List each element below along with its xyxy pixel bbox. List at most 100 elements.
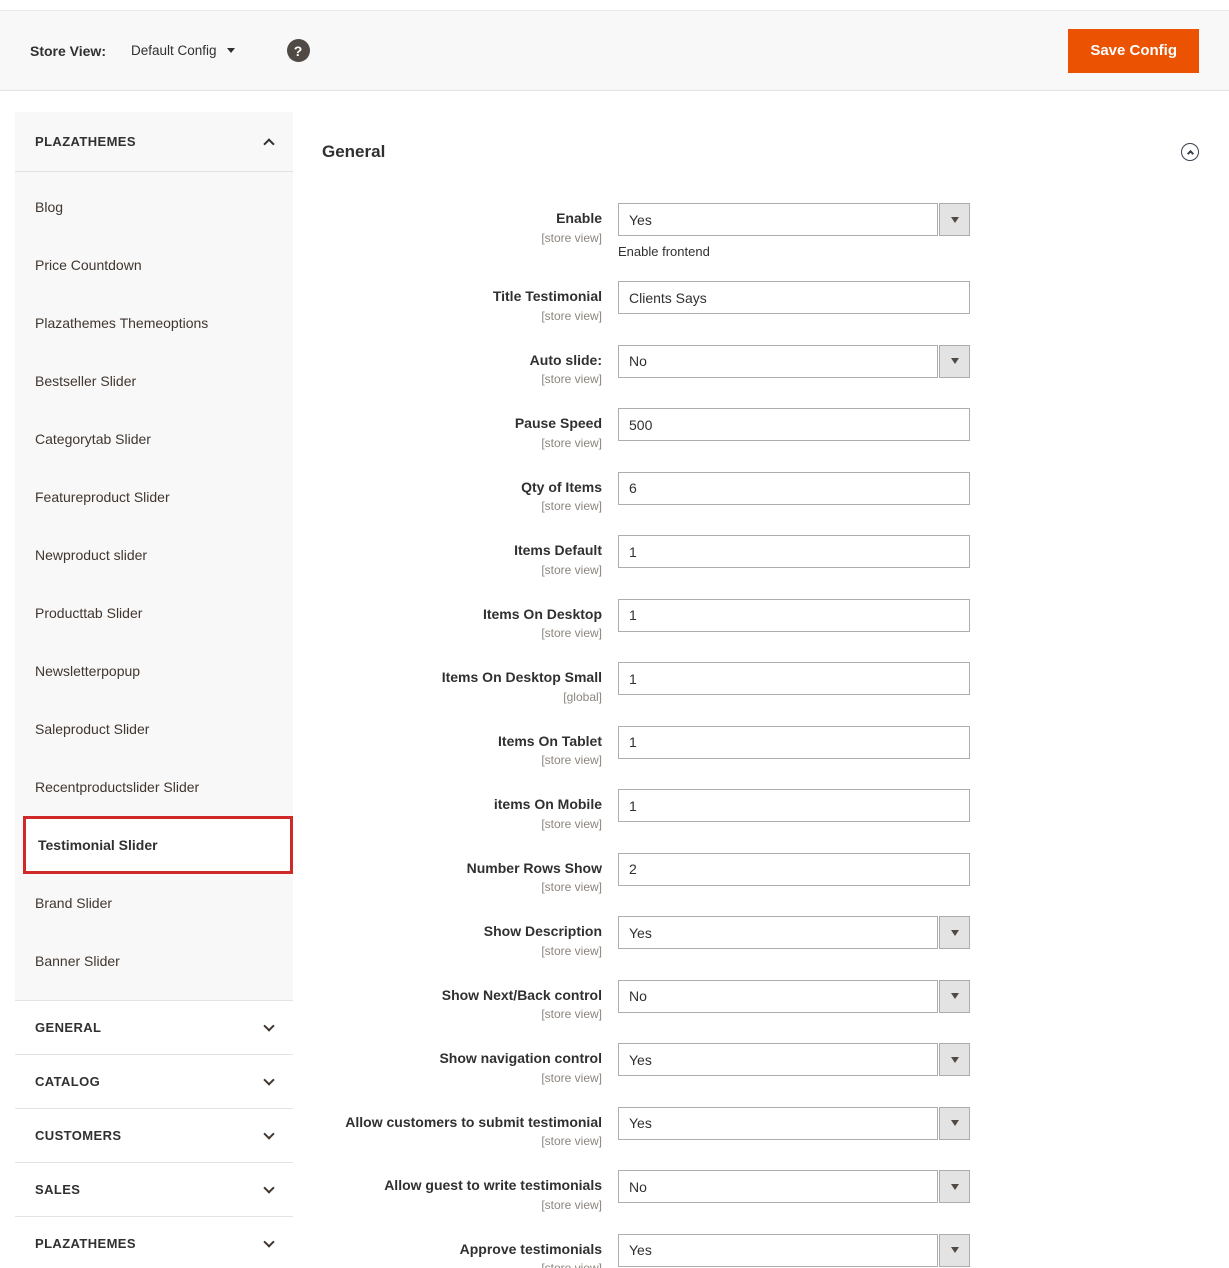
field-scope: [store view] — [322, 626, 602, 640]
form-field-row: Allow customers to submit testimonial [s… — [322, 1107, 1199, 1149]
text-field[interactable] — [618, 789, 970, 822]
text-field[interactable] — [618, 853, 970, 886]
sidebar-item-active[interactable]: Testimonial Slider — [23, 816, 293, 874]
text-field[interactable] — [618, 599, 970, 632]
sidebar-item[interactable]: Bestseller Slider — [15, 352, 293, 410]
chevron-down-icon — [263, 1182, 274, 1193]
field-scope: [store view] — [322, 1071, 602, 1085]
field-label: Title Testimonial — [322, 288, 602, 306]
form-field-row: Enable [store view] Yes Enable frontend — [322, 203, 1199, 259]
field-label: Qty of Items — [322, 479, 602, 497]
form-field-row: Show Next/Back control [store view] No — [322, 980, 1199, 1022]
field-scope: [store view] — [322, 1134, 602, 1148]
select-field[interactable]: Yes — [618, 1043, 970, 1076]
select-arrow-icon — [939, 345, 970, 378]
sidebar-item[interactable]: Saleproduct Slider — [15, 700, 293, 758]
text-field[interactable] — [618, 408, 970, 441]
layout: PLAZATHEMES Blog Price Countdown Plazath… — [0, 91, 1229, 1268]
select-arrow-icon — [939, 1234, 970, 1267]
field-scope: [store view] — [322, 1198, 602, 1212]
field-scope: [store view] — [322, 753, 602, 767]
select-field[interactable]: Yes — [618, 203, 970, 236]
nav-section-plazathemes-header[interactable]: PLAZATHEMES — [15, 112, 293, 172]
nav-section-title: PLAZATHEMES — [35, 134, 265, 149]
nav-collapsed-sections: GENERAL CATALOG CUSTOMERS SALES PLAZATHE… — [15, 1000, 293, 1268]
chevron-down-icon — [263, 1074, 274, 1085]
form-field-row: Approve testimonials [store view] Yes — [322, 1234, 1199, 1268]
field-label: Enable — [322, 210, 602, 228]
form-field-row: Pause Speed [store view] — [322, 408, 1199, 450]
text-field[interactable] — [618, 281, 970, 314]
nav-collapsed-section[interactable]: CUSTOMERS — [15, 1108, 293, 1162]
sidebar-item[interactable]: Recentproductslider Slider — [15, 758, 293, 816]
text-field[interactable] — [618, 535, 970, 568]
field-label: Items On Desktop — [322, 606, 602, 624]
collapse-section-icon[interactable] — [1181, 143, 1199, 161]
text-field[interactable] — [618, 472, 970, 505]
nav-collapsed-section[interactable]: GENERAL — [15, 1000, 293, 1054]
field-label: Items On Desktop Small — [322, 669, 602, 687]
store-view-dropdown[interactable]: Default Config — [131, 43, 235, 58]
sidebar-items: Blog Price Countdown Plazathemes Themeop… — [15, 172, 293, 1000]
field-label: Pause Speed — [322, 415, 602, 433]
form-field-row: Allow guest to write testimonials [store… — [322, 1170, 1199, 1212]
section-header: General — [322, 142, 1199, 162]
field-label: Items On Tablet — [322, 733, 602, 751]
sidebar-item[interactable]: Brand Slider — [15, 874, 293, 932]
sidebar-item[interactable]: Newproduct slider — [15, 526, 293, 584]
select-arrow-icon — [939, 916, 970, 949]
sidebar-item[interactable]: Featureproduct Slider — [15, 468, 293, 526]
save-config-button[interactable]: Save Config — [1068, 29, 1199, 73]
field-scope: [store view] — [322, 372, 602, 386]
form-field-row: Items On Tablet [store view] — [322, 726, 1199, 768]
field-scope: [global] — [322, 690, 602, 704]
field-scope: [store view] — [322, 817, 602, 831]
select-arrow-icon — [939, 203, 970, 236]
sidebar-item[interactable]: Plazathemes Themeoptions — [15, 294, 293, 352]
chevron-down-icon — [263, 1020, 274, 1031]
chevron-up-icon — [263, 138, 274, 149]
form-field-row: Auto slide: [store view] No — [322, 345, 1199, 387]
field-label: Allow guest to write testimonials — [322, 1177, 602, 1195]
field-scope: [store view] — [322, 1261, 602, 1268]
store-view-label: Store View: — [30, 43, 106, 59]
help-icon[interactable]: ? — [287, 39, 310, 62]
select-field[interactable]: Yes — [618, 916, 970, 949]
nav-collapsed-section[interactable]: SALES — [15, 1162, 293, 1216]
form-field-row: Show navigation control [store view] Yes — [322, 1043, 1199, 1085]
field-label: Show navigation control — [322, 1050, 602, 1068]
toolbar: Store View: Default Config ? Save Config — [0, 10, 1229, 91]
sidebar-item[interactable]: Price Countdown — [15, 236, 293, 294]
field-scope: [store view] — [322, 1007, 602, 1021]
form-field-row: Items On Desktop [store view] — [322, 599, 1199, 641]
field-scope: [store view] — [322, 309, 602, 323]
select-field[interactable]: Yes — [618, 1234, 970, 1267]
sidebar-item[interactable]: Blog — [15, 178, 293, 236]
field-label: Items Default — [322, 542, 602, 560]
text-field[interactable] — [618, 662, 970, 695]
select-field[interactable]: No — [618, 980, 970, 1013]
sidebar-item[interactable]: Categorytab Slider — [15, 410, 293, 468]
select-field[interactable]: No — [618, 345, 970, 378]
nav-collapsed-section[interactable]: CATALOG — [15, 1054, 293, 1108]
caret-down-icon — [227, 48, 235, 53]
text-field[interactable] — [618, 726, 970, 759]
chevron-down-icon — [263, 1128, 274, 1139]
form-field-row: Number Rows Show [store view] — [322, 853, 1199, 895]
form-field-row: items On Mobile [store view] — [322, 789, 1199, 831]
nav-collapsed-section[interactable]: PLAZATHEMES — [15, 1216, 293, 1268]
form-field-row: Title Testimonial [store view] — [322, 281, 1199, 323]
sidebar-item[interactable]: Producttab Slider — [15, 584, 293, 642]
form-field-row: Items On Desktop Small [global] — [322, 662, 1199, 704]
select-arrow-icon — [939, 1170, 970, 1203]
select-arrow-icon — [939, 1043, 970, 1076]
store-view-value: Default Config — [131, 43, 217, 58]
sidebar-item[interactable]: Newsletterpopup — [15, 642, 293, 700]
select-field[interactable]: No — [618, 1170, 970, 1203]
sidebar-item[interactable]: Banner Slider — [15, 932, 293, 990]
select-field[interactable]: Yes — [618, 1107, 970, 1140]
main-panel: General Enable [store view] Yes Enable f… — [322, 112, 1199, 1268]
chevron-down-icon — [263, 1236, 274, 1247]
field-label: Show Next/Back control — [322, 987, 602, 1005]
field-label: Approve testimonials — [322, 1241, 602, 1259]
